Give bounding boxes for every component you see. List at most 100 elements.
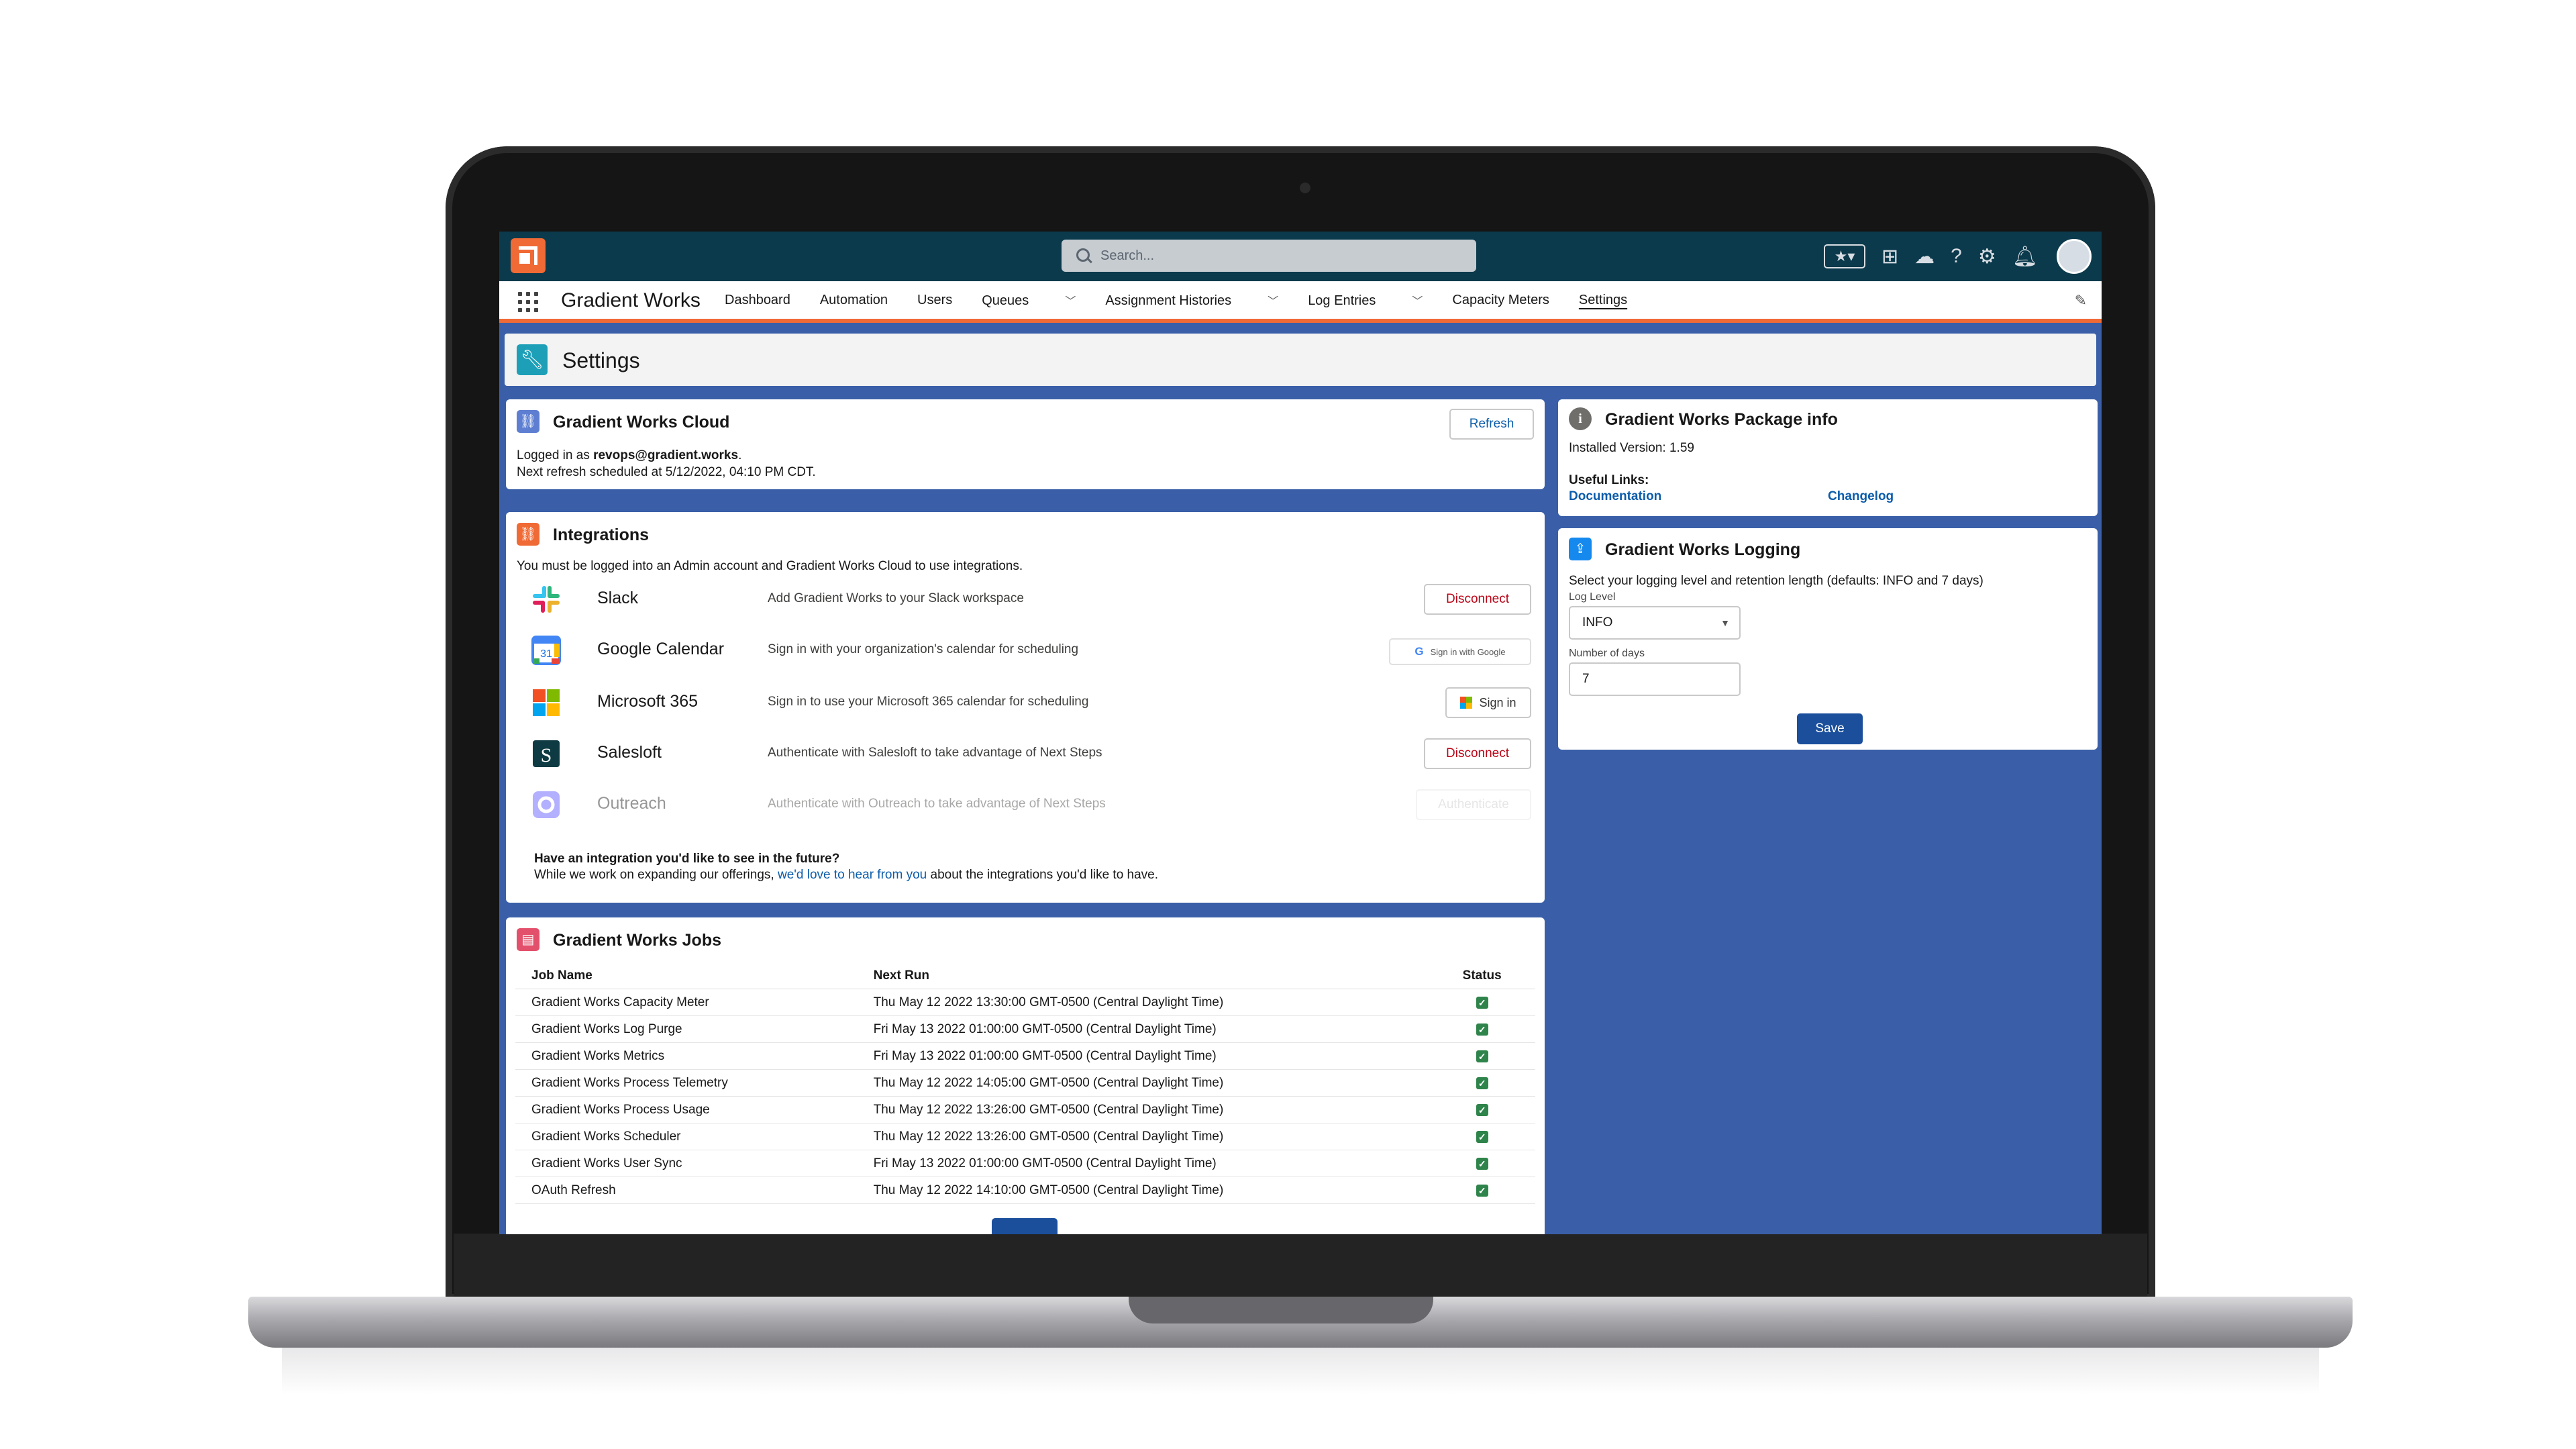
job-next-run: Thu May 12 2022 14:05:00 GMT-0500 (Centr… (857, 1069, 1429, 1097)
bell-icon[interactable]: 🔔︎ (2012, 245, 2038, 268)
column-next-run: Next Run (857, 962, 1429, 989)
status-check-icon: ✓ (1476, 1185, 1488, 1197)
microsoft-button-label: Sign in (1479, 696, 1516, 709)
microsoft-sign-in-button[interactable]: Sign in (1445, 687, 1531, 718)
log-level-label: Log Level (1569, 591, 1616, 603)
slack-disconnect-button[interactable]: Disconnect (1424, 584, 1531, 615)
upload-icon: ⇪ (1569, 538, 1592, 560)
edit-nav-icon[interactable]: ✎ (2075, 292, 2087, 309)
slack-icon (533, 586, 560, 613)
integration-description: Authenticate with Outreach to take advan… (768, 797, 1106, 811)
app-screen: Search... ★▾ ⊞ ☁ ? ⚙ 🔔︎ Gradient Works D… (499, 232, 2102, 1234)
future-suffix: about the integrations you'd like to hav… (927, 868, 1159, 882)
integration-name: Outreach (597, 794, 666, 813)
table-row: OAuth Refresh Thu May 12 2022 14:10:00 GM… (515, 1177, 1535, 1204)
job-name: Gradient Works User Sync (515, 1150, 858, 1177)
jobs-save-button-partial[interactable] (992, 1218, 1058, 1234)
chevron-down-icon[interactable]: ﹀ (1412, 296, 1423, 307)
tab-assignment-histories[interactable]: Assignment Histories ﹀ (1105, 292, 1278, 309)
integration-row-google-calendar: 31 Google Calendar Sign in with your org… (506, 630, 1545, 670)
integration-name: Microsoft 365 (597, 692, 699, 711)
google-button-label: Sign in with Google (1430, 647, 1506, 657)
laptop-bezel-chin (454, 1234, 2147, 1298)
logged-in-user: revops@gradient.works (593, 448, 739, 462)
help-icon[interactable]: ? (1951, 245, 1962, 268)
avatar[interactable] (2056, 239, 2092, 274)
jobs-table: Job Name Next Run Status Gradient Works … (515, 962, 1535, 1204)
guidance-icon[interactable]: ☁ (1914, 245, 1935, 268)
tab-users[interactable]: Users (917, 293, 952, 308)
status-check-icon: ✓ (1476, 1023, 1488, 1036)
camera (1300, 183, 1310, 193)
log-level-select[interactable]: INFO ▼ (1569, 606, 1741, 640)
integration-name: Slack (597, 589, 639, 607)
integration-description: Authenticate with Salesloft to take adva… (768, 746, 1102, 760)
table-row: Gradient Works User Sync Fri May 13 2022 … (515, 1150, 1535, 1177)
job-next-run: Thu May 12 2022 13:26:00 GMT-0500 (Centr… (857, 1123, 1429, 1150)
integration-description: Sign in with your organization's calenda… (768, 642, 1079, 656)
tab-automation[interactable]: Automation (820, 293, 888, 308)
nav-items: Dashboard Automation Users Queues ﹀ Assig… (725, 281, 1657, 319)
feedback-link[interactable]: we'd love to hear from you (778, 868, 927, 882)
gear-icon[interactable]: ⚙ (1978, 245, 1996, 268)
integration-name: Salesloft (597, 743, 662, 762)
job-name: Gradient Works Process Telemetry (515, 1069, 858, 1097)
changelog-link[interactable]: Changelog (1828, 489, 1894, 504)
installed-version: Installed Version: 1.59 (1569, 441, 1694, 455)
search-placeholder: Search... (1100, 248, 1155, 263)
tab-log-entries[interactable]: Log Entries ﹀ (1308, 292, 1423, 309)
tab-queues[interactable]: Queues ﹀ (982, 292, 1076, 309)
future-integration-text: While we work on expanding our offerings… (534, 868, 1158, 883)
table-row: Gradient Works Process Telemetry Thu May … (515, 1069, 1535, 1097)
microsoft-small-icon (1460, 697, 1473, 709)
future-prefix: While we work on expanding our offerings… (534, 868, 778, 882)
microsoft-icon (533, 689, 560, 716)
chevron-down-icon[interactable]: ﹀ (1268, 296, 1278, 307)
page-title: Settings (562, 348, 640, 372)
outreach-icon (533, 791, 560, 818)
integrations-intro: You must be logged into an Admin account… (517, 559, 1023, 573)
chevron-down-icon[interactable]: ﹀ (1065, 296, 1076, 307)
refresh-button[interactable]: Refresh (1449, 409, 1534, 440)
google-g-icon: G (1414, 645, 1424, 658)
status-check-icon: ✓ (1476, 997, 1488, 1009)
sign-in-with-google-button[interactable]: G Sign in with Google (1389, 638, 1531, 665)
search-input[interactable]: Search... (1062, 240, 1476, 272)
app-launcher-icon[interactable] (518, 292, 538, 312)
status-check-icon: ✓ (1476, 1077, 1488, 1089)
documentation-link[interactable]: Documentation (1569, 489, 1661, 504)
page-header: 🔧︎ Settings (505, 334, 2096, 386)
salesloft-disconnect-button[interactable]: Disconnect (1424, 738, 1531, 769)
tab-dashboard[interactable]: Dashboard (725, 293, 790, 308)
status-check-icon: ✓ (1476, 1050, 1488, 1062)
laptop-shadow (282, 1348, 2319, 1395)
global-actions-icon[interactable]: ⊞ (1882, 245, 1898, 268)
status-check-icon: ✓ (1476, 1131, 1488, 1143)
job-next-run: Thu May 12 2022 13:30:00 GMT-0500 (Centr… (857, 989, 1429, 1016)
tab-assignment-histories-label: Assignment Histories (1105, 293, 1232, 308)
logging-save-button[interactable]: Save (1797, 713, 1863, 744)
tab-settings[interactable]: Settings (1579, 293, 1627, 308)
jobs-card: ▤ Gradient Works Jobs Job Name Next Run … (506, 917, 1545, 1234)
status-check-icon: ✓ (1476, 1104, 1488, 1116)
column-status: Status (1429, 962, 1535, 989)
days-input[interactable]: 7 (1569, 662, 1741, 696)
favorites-icon[interactable]: ★▾ (1824, 244, 1865, 268)
package-info-card: i Gradient Works Package info Installed … (1558, 399, 2098, 516)
search-icon (1076, 248, 1090, 262)
logged-in-prefix: Logged in as (517, 448, 594, 462)
svg-text:S: S (541, 744, 552, 766)
job-next-run: Fri May 13 2022 01:00:00 GMT-0500 (Centr… (857, 1015, 1429, 1043)
outreach-authenticate-button[interactable]: Authenticate (1416, 789, 1531, 820)
days-label: Number of days (1569, 648, 1645, 659)
tab-capacity-meters[interactable]: Capacity Meters (1452, 293, 1549, 308)
integration-row-microsoft-365: Microsoft 365 Sign in to use your Micros… (506, 683, 1545, 723)
app-logo[interactable] (511, 238, 546, 273)
jobs-title: Gradient Works Jobs (553, 931, 721, 950)
column-job-name: Job Name (515, 962, 858, 989)
package-title: Gradient Works Package info (1605, 410, 1838, 429)
job-name: OAuth Refresh (515, 1177, 858, 1204)
next-refresh-text: Next refresh scheduled at 5/12/2022, 04:… (517, 465, 816, 479)
table-row: Gradient Works Metrics Fri May 13 2022 01… (515, 1042, 1535, 1070)
table-row: Gradient Works Capacity Meter Thu May 12 … (515, 989, 1535, 1016)
